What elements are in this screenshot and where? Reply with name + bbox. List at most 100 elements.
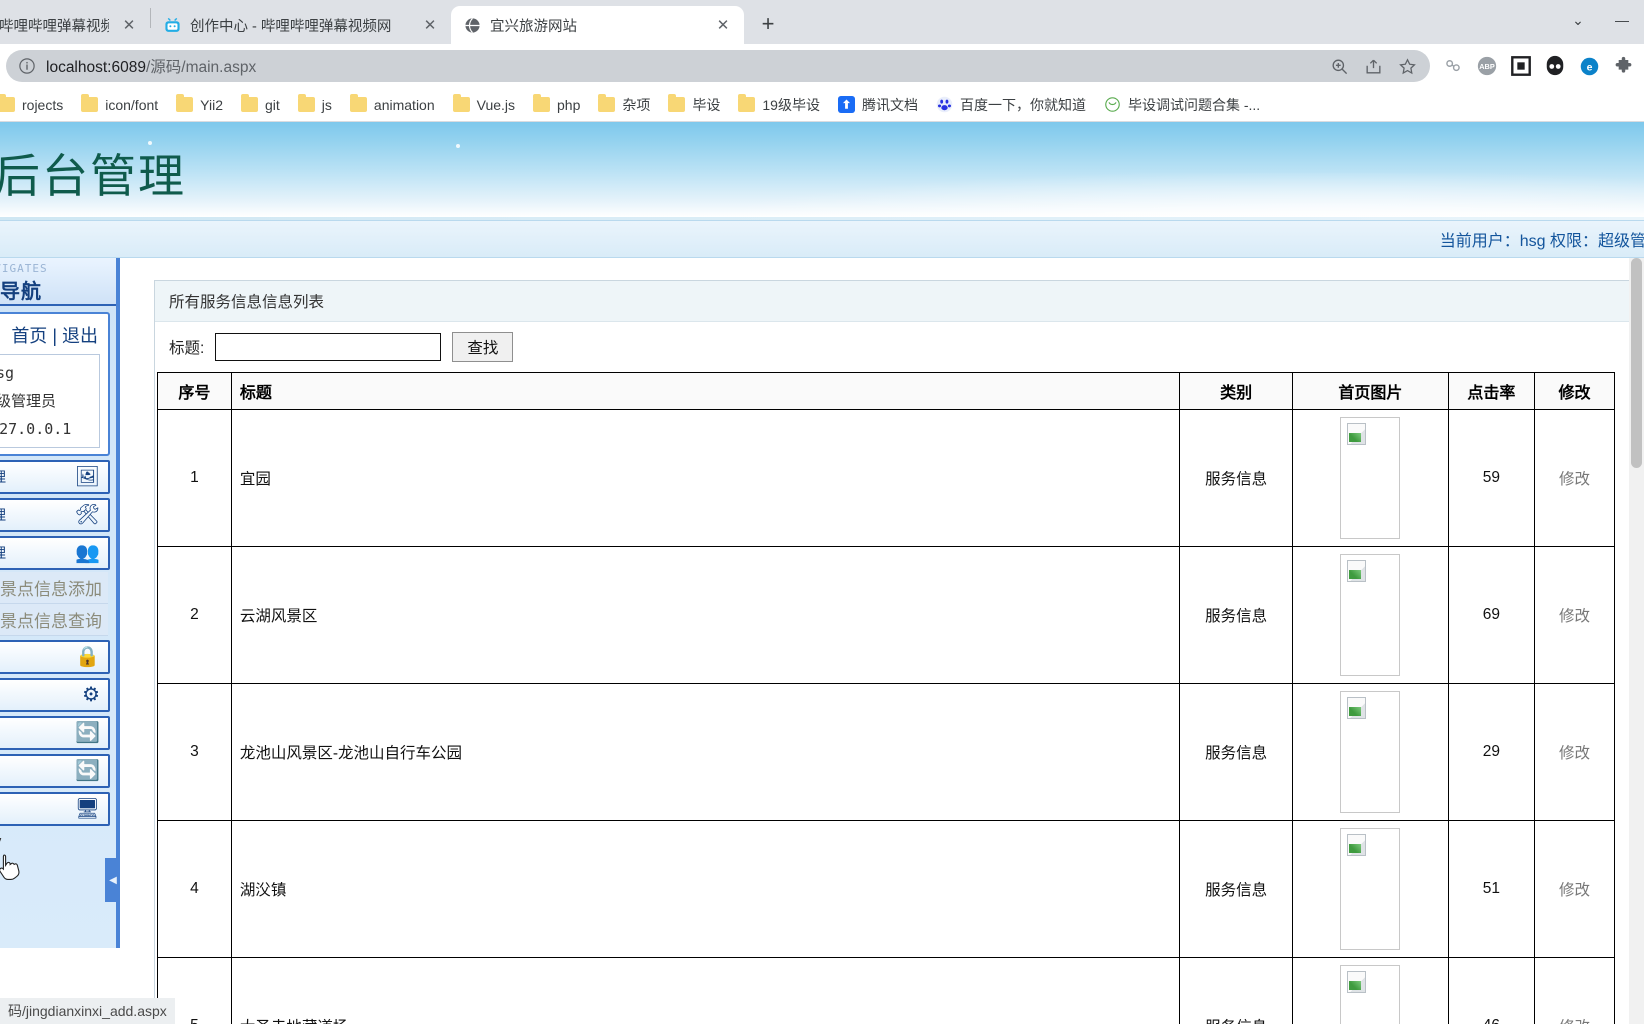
- table-body: 1 宜园 服务信息 59 修改 2 云湖风景区 服务信息 69 修改 3 龙池山…: [157, 409, 1616, 1024]
- pocket-icon[interactable]: [1540, 51, 1570, 81]
- folder-icon: [598, 94, 616, 112]
- table-row[interactable]: 1 宜园 服务信息 59 修改: [157, 409, 1616, 547]
- bookmark-label-8: 杂项: [622, 96, 651, 113]
- tab-0[interactable]: 哔哩哔哩弹幕视频网 ✕: [0, 6, 150, 44]
- bookmark-label-5: animation: [373, 96, 435, 113]
- site-info-icon: 🖼: [74, 466, 100, 488]
- search-button[interactable]: 查找: [452, 332, 514, 362]
- bookmark-label-7: php: [557, 96, 581, 113]
- tab-close-icon-2[interactable]: ✕: [712, 14, 734, 36]
- bookmark-label-4: js: [321, 96, 332, 113]
- cell-title: 大圣寺地藏道场: [230, 957, 1181, 1024]
- zoom-in-icon[interactable]: [1324, 51, 1354, 81]
- cell-no: 1: [157, 409, 232, 547]
- sidebar-header-cn: 后台管理导航: [0, 281, 42, 303]
- cell-title: 湖㳇镇: [230, 820, 1181, 958]
- bookmark-label-9: 毕设: [692, 96, 721, 113]
- omnibox-actions: [1324, 51, 1426, 81]
- broken-image-icon: [1340, 828, 1401, 950]
- abp-icon[interactable]: ABP: [1472, 51, 1502, 81]
- baidu-icon: [936, 96, 953, 113]
- new-tab-button[interactable]: +: [750, 6, 786, 42]
- page-vertical-scrollbar[interactable]: [1629, 258, 1644, 1024]
- address-bar[interactable]: localhost:6089/源码/main.aspx: [6, 50, 1430, 82]
- members-icon: 👥: [75, 542, 100, 564]
- bookmark-item-13[interactable]: 毕设调试问题合集 -...: [1096, 91, 1268, 119]
- current-user-text: 当前用户：hsg 权限：超级管理员: [1439, 233, 1644, 250]
- sidebar-user-panel: 首页 | 退出 用户名：hsg 权 限：超级管理员 登录IP：127.0.0.1: [0, 312, 110, 456]
- th-image: 首页图片: [1292, 372, 1449, 410]
- edit-link[interactable]: 修改: [1559, 1019, 1590, 1024]
- sidebar-item-site-info[interactable]: 网站信息管理 🖼: [0, 460, 110, 494]
- sidebar-item-backup[interactable]: 数据备份 🔄: [0, 716, 110, 750]
- share-icon[interactable]: [1358, 51, 1388, 81]
- table-row[interactable]: 3 龙池山风景区-龙池山自行车公园 服务信息 29 修改: [157, 683, 1616, 821]
- sidebar-submenu-query[interactable]: 景点信息查询: [0, 604, 108, 636]
- bookmark-item-3[interactable]: git: [233, 93, 288, 117]
- sidebar-submenu-add[interactable]: 景点信息添加: [0, 572, 108, 604]
- bookmark-item-0[interactable]: rojects: [0, 93, 71, 117]
- main-content: 所有服务信息信息列表 标题: 查找 序号 标题 类别 首页图片 点击率 修改 1…: [120, 258, 1644, 1024]
- bookmark-star-icon[interactable]: [1392, 51, 1422, 81]
- bookmark-item-8[interactable]: 杂项: [590, 91, 658, 119]
- tab-2[interactable]: 宜兴旅游网站 ✕: [451, 6, 744, 44]
- search-input[interactable]: [215, 333, 442, 361]
- cell-image: [1292, 820, 1449, 958]
- square-icon[interactable]: [1506, 51, 1536, 81]
- tab-close-icon-0[interactable]: ✕: [118, 14, 140, 36]
- tools-icon: 🛠: [74, 504, 100, 526]
- mouse-cursor-pointer-icon: [0, 853, 23, 883]
- bookmark-item-2[interactable]: Yii2: [168, 93, 231, 117]
- bookmark-item-1[interactable]: icon/font: [73, 93, 166, 117]
- scrollbar-thumb[interactable]: [1631, 258, 1642, 468]
- edit-link[interactable]: 修改: [1559, 608, 1590, 625]
- bookmark-item-5[interactable]: animation: [342, 93, 443, 117]
- minimize-icon[interactable]: —: [1600, 0, 1644, 40]
- sidebar-collapse-button[interactable]: ◀: [105, 858, 120, 902]
- sidebar-item-exit[interactable]: 退出系统 🖥: [0, 792, 110, 826]
- gear-icon: ⚙: [82, 684, 100, 706]
- sidebar-item-settings[interactable]: 系统设置 ⚙: [0, 678, 110, 712]
- table-row[interactable]: 5 大圣寺地藏道场 服务信息 46 修改: [157, 957, 1616, 1024]
- sidebar-item-restore[interactable]: 数据还原 🔄: [0, 754, 110, 788]
- links-icon[interactable]: [1438, 51, 1468, 81]
- bookmark-item-6[interactable]: Vue.js: [445, 93, 523, 117]
- tab-1[interactable]: 创作中心 - 哔哩哔哩弹幕视频网 ✕: [151, 6, 451, 44]
- th-hits: 点击率: [1447, 372, 1535, 410]
- sidebar-label-site-info: 网站信息管理: [0, 467, 6, 487]
- edit-link[interactable]: 修改: [1559, 745, 1590, 762]
- address-bar-url: localhost:6089/源码/main.aspx: [46, 55, 1314, 77]
- lock-icon: 🔒: [75, 646, 100, 668]
- edit-link[interactable]: 修改: [1559, 471, 1590, 488]
- bookmark-label-1: icon/font: [105, 96, 159, 113]
- bookmark-item-12[interactable]: 百度一下，你就知道: [928, 91, 1094, 119]
- tab-title-2: 宜兴旅游网站: [490, 18, 577, 35]
- minimize-to-tray-icon[interactable]: ⌄: [1556, 0, 1600, 40]
- bookmark-item-9[interactable]: 毕设: [660, 91, 728, 119]
- cell-image: [1292, 409, 1449, 547]
- info-circle-icon[interactable]: [18, 57, 36, 75]
- cell-category: 服务信息: [1179, 957, 1294, 1024]
- restore-icon: 🔄: [75, 760, 100, 782]
- table-row[interactable]: 4 湖㳇镇 服务信息 51 修改: [157, 820, 1616, 958]
- folder-icon: [297, 94, 315, 112]
- edge-icon[interactable]: e: [1574, 51, 1604, 81]
- sidebar-home-logout-links[interactable]: 首页 | 退出: [0, 320, 100, 354]
- sidebar-item-tools[interactable]: 系统工具管理 🛠: [0, 498, 110, 532]
- bookmark-item-11[interactable]: 腾讯文档: [830, 91, 926, 119]
- edit-link[interactable]: 修改: [1559, 882, 1590, 899]
- puzzle-icon[interactable]: [1608, 51, 1638, 81]
- bookmark-label-13: 毕设调试问题合集 -...: [1127, 96, 1261, 113]
- sidebar-header: MANAGER NAVIGATES 后台管理导航: [0, 258, 116, 306]
- sidebar-item-members[interactable]: 会员信息管理 👥: [0, 536, 110, 570]
- bookmark-label-6: Vue.js: [476, 96, 516, 113]
- bookmark-item-7[interactable]: php: [525, 93, 588, 117]
- url-path: /源码/main.aspx: [145, 59, 257, 76]
- tab-close-icon-1[interactable]: ✕: [419, 14, 441, 36]
- bookmark-item-10[interactable]: 19级毕设: [730, 91, 828, 119]
- web-page: 后台管理 当前用户：hsg 权限：超级管理员 MANAGER NAVIGATES…: [0, 122, 1644, 1024]
- bookmark-item-4[interactable]: js: [290, 93, 340, 117]
- sidebar-item-permissions[interactable]: 权限管理 🔒: [0, 640, 110, 674]
- table-row[interactable]: 2 云湖风景区 服务信息 69 修改: [157, 546, 1616, 684]
- th-edit: 修改: [1533, 372, 1616, 410]
